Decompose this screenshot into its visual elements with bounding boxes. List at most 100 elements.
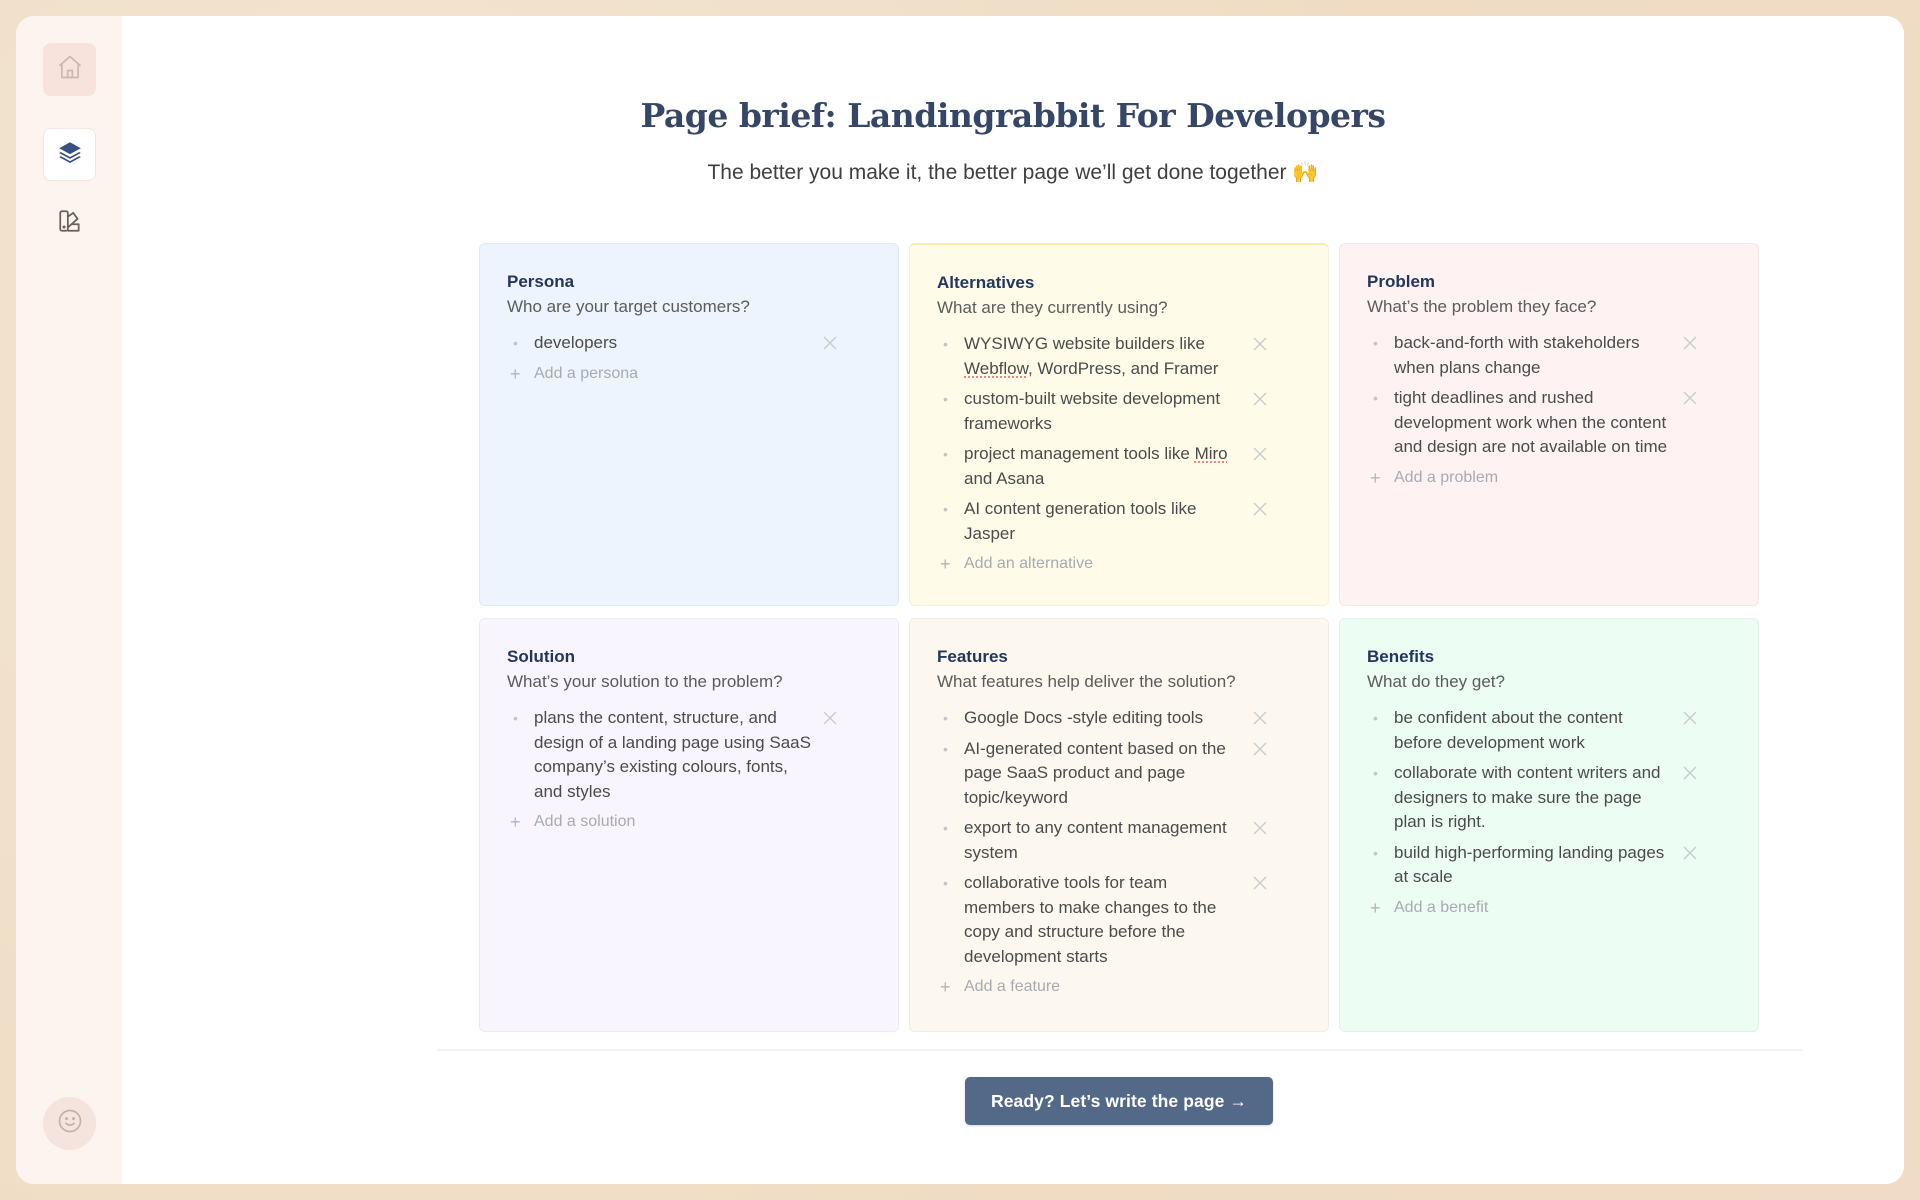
remove-item-button[interactable] [1251,874,1269,892]
item-text[interactable]: WYSIWYG website builders like Webflow, W… [964,332,1241,381]
app-window: Page brief: Landingrabbit For Developers… [16,16,1904,1184]
list-item[interactable]: • custom-built website development framew… [937,387,1301,436]
plus-icon: + [940,554,951,574]
remove-item-button[interactable] [1681,764,1699,782]
item-text[interactable]: collaborate with content writers and des… [1394,761,1671,835]
bullet-icon: • [943,501,948,517]
remove-item-button[interactable] [1251,335,1269,353]
plus-icon: + [940,977,951,997]
bullet-icon: • [513,335,518,351]
add-item-button[interactable]: + Add a feature [937,975,1301,999]
card-item-list: • plans the content, structure, and desig… [507,706,871,804]
write-page-button[interactable]: Ready? Let’s write the page → [965,1077,1273,1125]
card-question: What are they currently using? [937,298,1168,317]
remove-item-button[interactable] [1251,819,1269,837]
remove-item-button[interactable] [1251,500,1269,518]
bullet-icon: • [943,391,948,407]
sidebar-item-brand-styles[interactable] [43,200,96,246]
list-item[interactable]: • AI content generation tools like Jasper [937,497,1301,546]
close-icon [1253,821,1267,835]
add-item-label: Add a solution [534,813,636,830]
add-item-button[interactable]: + Add a solution [507,810,871,834]
remove-item-button[interactable] [1251,709,1269,727]
list-item[interactable]: • project management tools like Miro and … [937,442,1301,491]
close-icon [1253,711,1267,725]
brief-cards-grid: Persona Who are your target customers? •… [479,243,1759,1032]
add-item-button[interactable]: + Add a persona [507,362,871,386]
remove-item-button[interactable] [821,709,839,727]
sidebar-item-page-briefs[interactable] [43,128,96,181]
plus-icon: + [510,812,521,832]
remove-item-button[interactable] [1251,445,1269,463]
add-item-button[interactable]: + Add an alternative [937,552,1301,576]
list-item[interactable]: • collaborate with content writers and de… [1367,761,1731,835]
item-text[interactable]: developers [534,331,811,356]
bullet-icon: • [943,446,948,462]
bullet-icon: • [513,710,518,726]
remove-item-button[interactable] [1681,334,1699,352]
home-icon [56,53,84,86]
user-avatar-button[interactable] [43,1097,96,1150]
list-item[interactable]: • plans the content, structure, and desig… [507,706,871,804]
remove-item-button[interactable] [1251,390,1269,408]
remove-item-button[interactable] [1251,740,1269,758]
remove-item-button[interactable] [1681,844,1699,862]
list-item[interactable]: • developers [507,331,871,356]
list-item[interactable]: • export to any content management system [937,816,1301,865]
item-text[interactable]: export to any content management system [964,816,1241,865]
page-title: Page brief: Landingrabbit For Developers [640,96,1386,135]
remove-item-button[interactable] [821,334,839,352]
list-item[interactable]: • collaborative tools for team members to… [937,871,1301,969]
list-item[interactable]: • tight deadlines and rushed development … [1367,386,1731,460]
bullet-icon: • [1373,844,1378,861]
card-features: Features What features help deliver the … [909,618,1329,1032]
plus-icon: + [1370,467,1381,488]
list-item[interactable]: • build high-performing landing pages at … [1367,841,1731,890]
card-title: Alternatives [937,273,1035,292]
remove-item-button[interactable] [1681,709,1699,727]
item-text[interactable]: custom-built website development framewo… [964,387,1241,436]
card-problem: Problem What’s the problem they face? • b… [1339,243,1759,606]
item-text[interactable]: tight deadlines and rushed development w… [1394,386,1671,460]
item-text[interactable]: be confident about the content before de… [1394,706,1671,755]
list-item[interactable]: • AI-generated content based on the page … [937,737,1301,811]
item-text[interactable]: AI-generated content based on the page S… [964,737,1241,811]
card-title: Persona [507,272,575,291]
bullet-icon: • [943,336,948,352]
add-item-button[interactable]: + Add a problem [1367,466,1731,490]
add-item-label: Add a feature [964,978,1061,995]
card-item-list: • WYSIWYG website builders like Webflow, … [937,332,1301,546]
list-item[interactable]: • be confident about the content before d… [1367,706,1731,755]
close-icon [1253,502,1267,516]
item-text[interactable]: back-and-forth with stakeholders when pl… [1394,331,1671,380]
sidebar-item-home[interactable] [43,43,96,96]
add-item-button[interactable]: + Add a benefit [1367,896,1731,920]
close-icon [1253,337,1267,351]
add-item-label: Add a persona [534,364,639,382]
remove-item-button[interactable] [1681,389,1699,407]
card-persona: Persona Who are your target customers? •… [479,243,899,606]
item-text[interactable]: collaborative tools for team members to … [964,871,1241,969]
card-question: What features help deliver the solution? [937,672,1236,691]
close-icon [1253,447,1267,461]
item-text[interactable]: project management tools like Miro and A… [964,442,1241,491]
close-icon [1253,742,1267,755]
main-content: Page brief: Landingrabbit For Developers… [122,16,1904,1184]
bullet-icon: • [943,710,948,726]
item-text[interactable]: plans the content, structure, and design… [534,706,811,804]
item-text[interactable]: Google Docs -style editing tools [964,706,1241,731]
close-icon [1253,392,1267,406]
smiley-face-icon [56,1107,84,1140]
card-question: What’s the problem they face? [1367,297,1597,316]
add-item-label: Add an alternative [964,555,1093,572]
close-icon [1253,876,1267,890]
item-text[interactable]: build high-performing landing pages at s… [1394,841,1671,890]
list-item[interactable]: • WYSIWYG website builders like Webflow, … [937,332,1301,381]
close-icon [823,711,837,725]
list-item[interactable]: • Google Docs -style editing tools [937,706,1301,731]
card-title: Problem [1367,272,1436,291]
list-item[interactable]: • back-and-forth with stakeholders when p… [1367,331,1731,380]
close-icon [1683,711,1697,725]
item-text[interactable]: AI content generation tools like Jasper [964,497,1241,546]
bullet-icon: • [1373,335,1378,351]
